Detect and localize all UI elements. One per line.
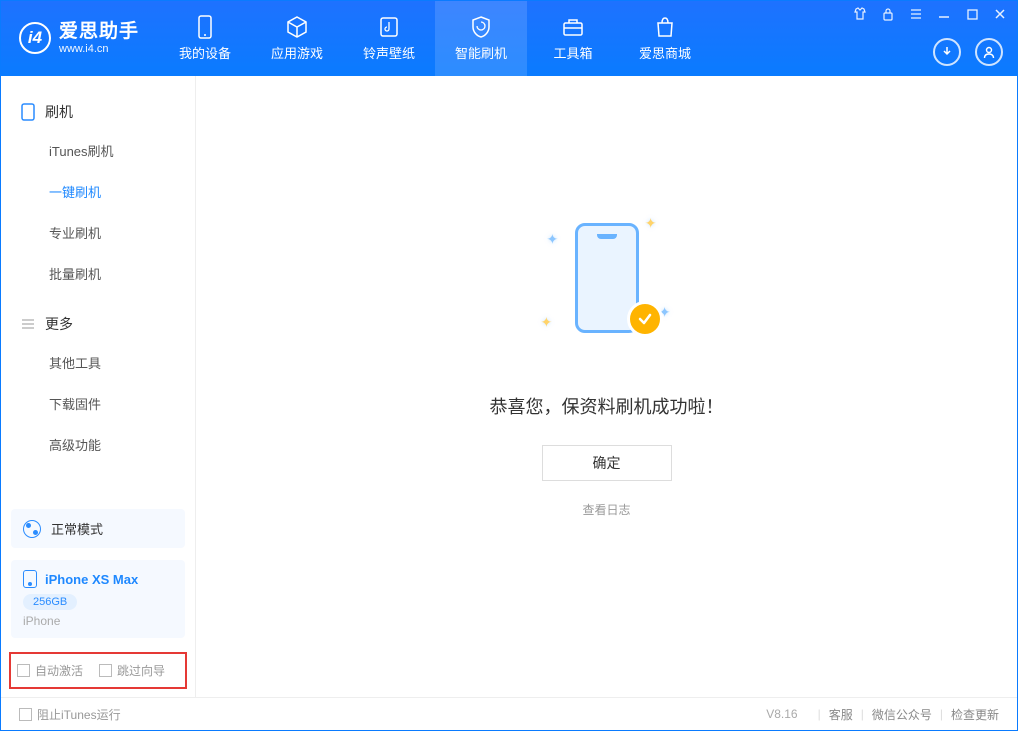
bag-icon [653,15,677,39]
nav-label: 铃声壁纸 [363,43,415,62]
shirt-icon[interactable] [851,5,869,23]
checkbox-icon [99,664,112,677]
mode-label: 正常模式 [51,519,103,538]
success-illustration: ✦✦✦✦ [547,215,667,365]
cube-icon [285,15,309,39]
group-title: 更多 [45,314,73,334]
app-logo: i4 爱思助手 www.i4.cn [1,22,151,55]
nav-label: 爱思商城 [639,43,691,62]
main-nav: 我的设备 应用游戏 铃声壁纸 智能刷机 工具箱 爱思商城 [159,1,711,76]
download-button[interactable] [933,38,961,66]
sidebar-item-pro-flash[interactable]: 专业刷机 [1,212,195,253]
version-label: V8.16 [766,707,797,721]
checkbox-block-itunes[interactable]: 阻止iTunes运行 [19,706,121,723]
user-button[interactable] [975,38,1003,66]
support-link[interactable]: 客服 [829,706,853,723]
flash-options-highlighted: 自动激活 跳过向导 [9,652,187,689]
device-name: iPhone XS Max [45,572,138,587]
close-button[interactable] [991,5,1009,23]
nav-label: 我的设备 [179,43,231,62]
checkbox-auto-activate[interactable]: 自动激活 [17,662,83,679]
sidebar: 刷机 iTunes刷机 一键刷机 专业刷机 批量刷机 更多 其他工具 下载固件 … [1,76,196,697]
ok-button[interactable]: 确定 [542,445,672,481]
nav-my-device[interactable]: 我的设备 [159,1,251,76]
nav-toolbox[interactable]: 工具箱 [527,1,619,76]
sidebar-item-advanced[interactable]: 高级功能 [1,424,195,465]
lock-icon[interactable] [879,5,897,23]
nav-apps-games[interactable]: 应用游戏 [251,1,343,76]
sidebar-item-itunes-flash[interactable]: iTunes刷机 [1,130,195,171]
wechat-link[interactable]: 微信公众号 [872,706,932,723]
check-badge-icon [627,301,663,337]
device-icon [193,15,217,39]
nav-ringtones[interactable]: 铃声壁纸 [343,1,435,76]
nav-label: 工具箱 [554,43,593,62]
checkbox-label: 自动激活 [35,662,83,679]
group-title: 刷机 [45,102,73,122]
checkbox-icon [19,708,32,721]
status-bar: 阻止iTunes运行 V8.16 | 客服 | 微信公众号 | 检查更新 [1,697,1017,730]
minimize-button[interactable] [935,5,953,23]
sidebar-item-oneclick-flash[interactable]: 一键刷机 [1,171,195,212]
device-card[interactable]: iPhone XS Max 256GB iPhone [11,560,185,638]
device-type: iPhone [23,614,173,628]
device-icon [23,570,37,588]
sidebar-item-download-firmware[interactable]: 下载固件 [1,383,195,424]
checkbox-label: 阻止iTunes运行 [37,706,121,723]
mode-icon [23,520,41,538]
phone-icon [21,103,35,121]
checkbox-skip-guide[interactable]: 跳过向导 [99,662,165,679]
checkbox-label: 跳过向导 [117,662,165,679]
sidebar-group-flash: 刷机 [1,94,195,130]
sidebar-group-more: 更多 [1,306,195,342]
nav-label: 智能刷机 [455,43,507,62]
logo-icon: i4 [19,22,51,54]
storage-badge: 256GB [23,594,77,610]
mode-card[interactable]: 正常模式 [11,509,185,548]
toolbox-icon [561,15,585,39]
app-name: 爱思助手 [59,22,139,43]
check-update-link[interactable]: 检查更新 [951,706,999,723]
title-bar: i4 爱思助手 www.i4.cn 我的设备 应用游戏 铃声壁纸 智能刷机 工具… [1,1,1017,76]
shield-icon [469,15,493,39]
sidebar-item-batch-flash[interactable]: 批量刷机 [1,253,195,294]
header-right-actions [933,38,1003,66]
sidebar-item-other-tools[interactable]: 其他工具 [1,342,195,383]
window-controls [851,5,1009,23]
nav-label: 应用游戏 [271,43,323,62]
list-icon [21,317,35,331]
nav-store[interactable]: 爱思商城 [619,1,711,76]
view-log-link[interactable]: 查看日志 [582,501,630,518]
app-url: www.i4.cn [59,43,139,55]
nav-smart-flash[interactable]: 智能刷机 [435,1,527,76]
menu-icon[interactable] [907,5,925,23]
music-note-icon [377,15,401,39]
success-message: 恭喜您，保资料刷机成功啦！ [490,393,724,419]
maximize-button[interactable] [963,5,981,23]
checkbox-icon [17,664,30,677]
main-content: ✦✦✦✦ 恭喜您，保资料刷机成功啦！ 确定 查看日志 [196,76,1017,697]
